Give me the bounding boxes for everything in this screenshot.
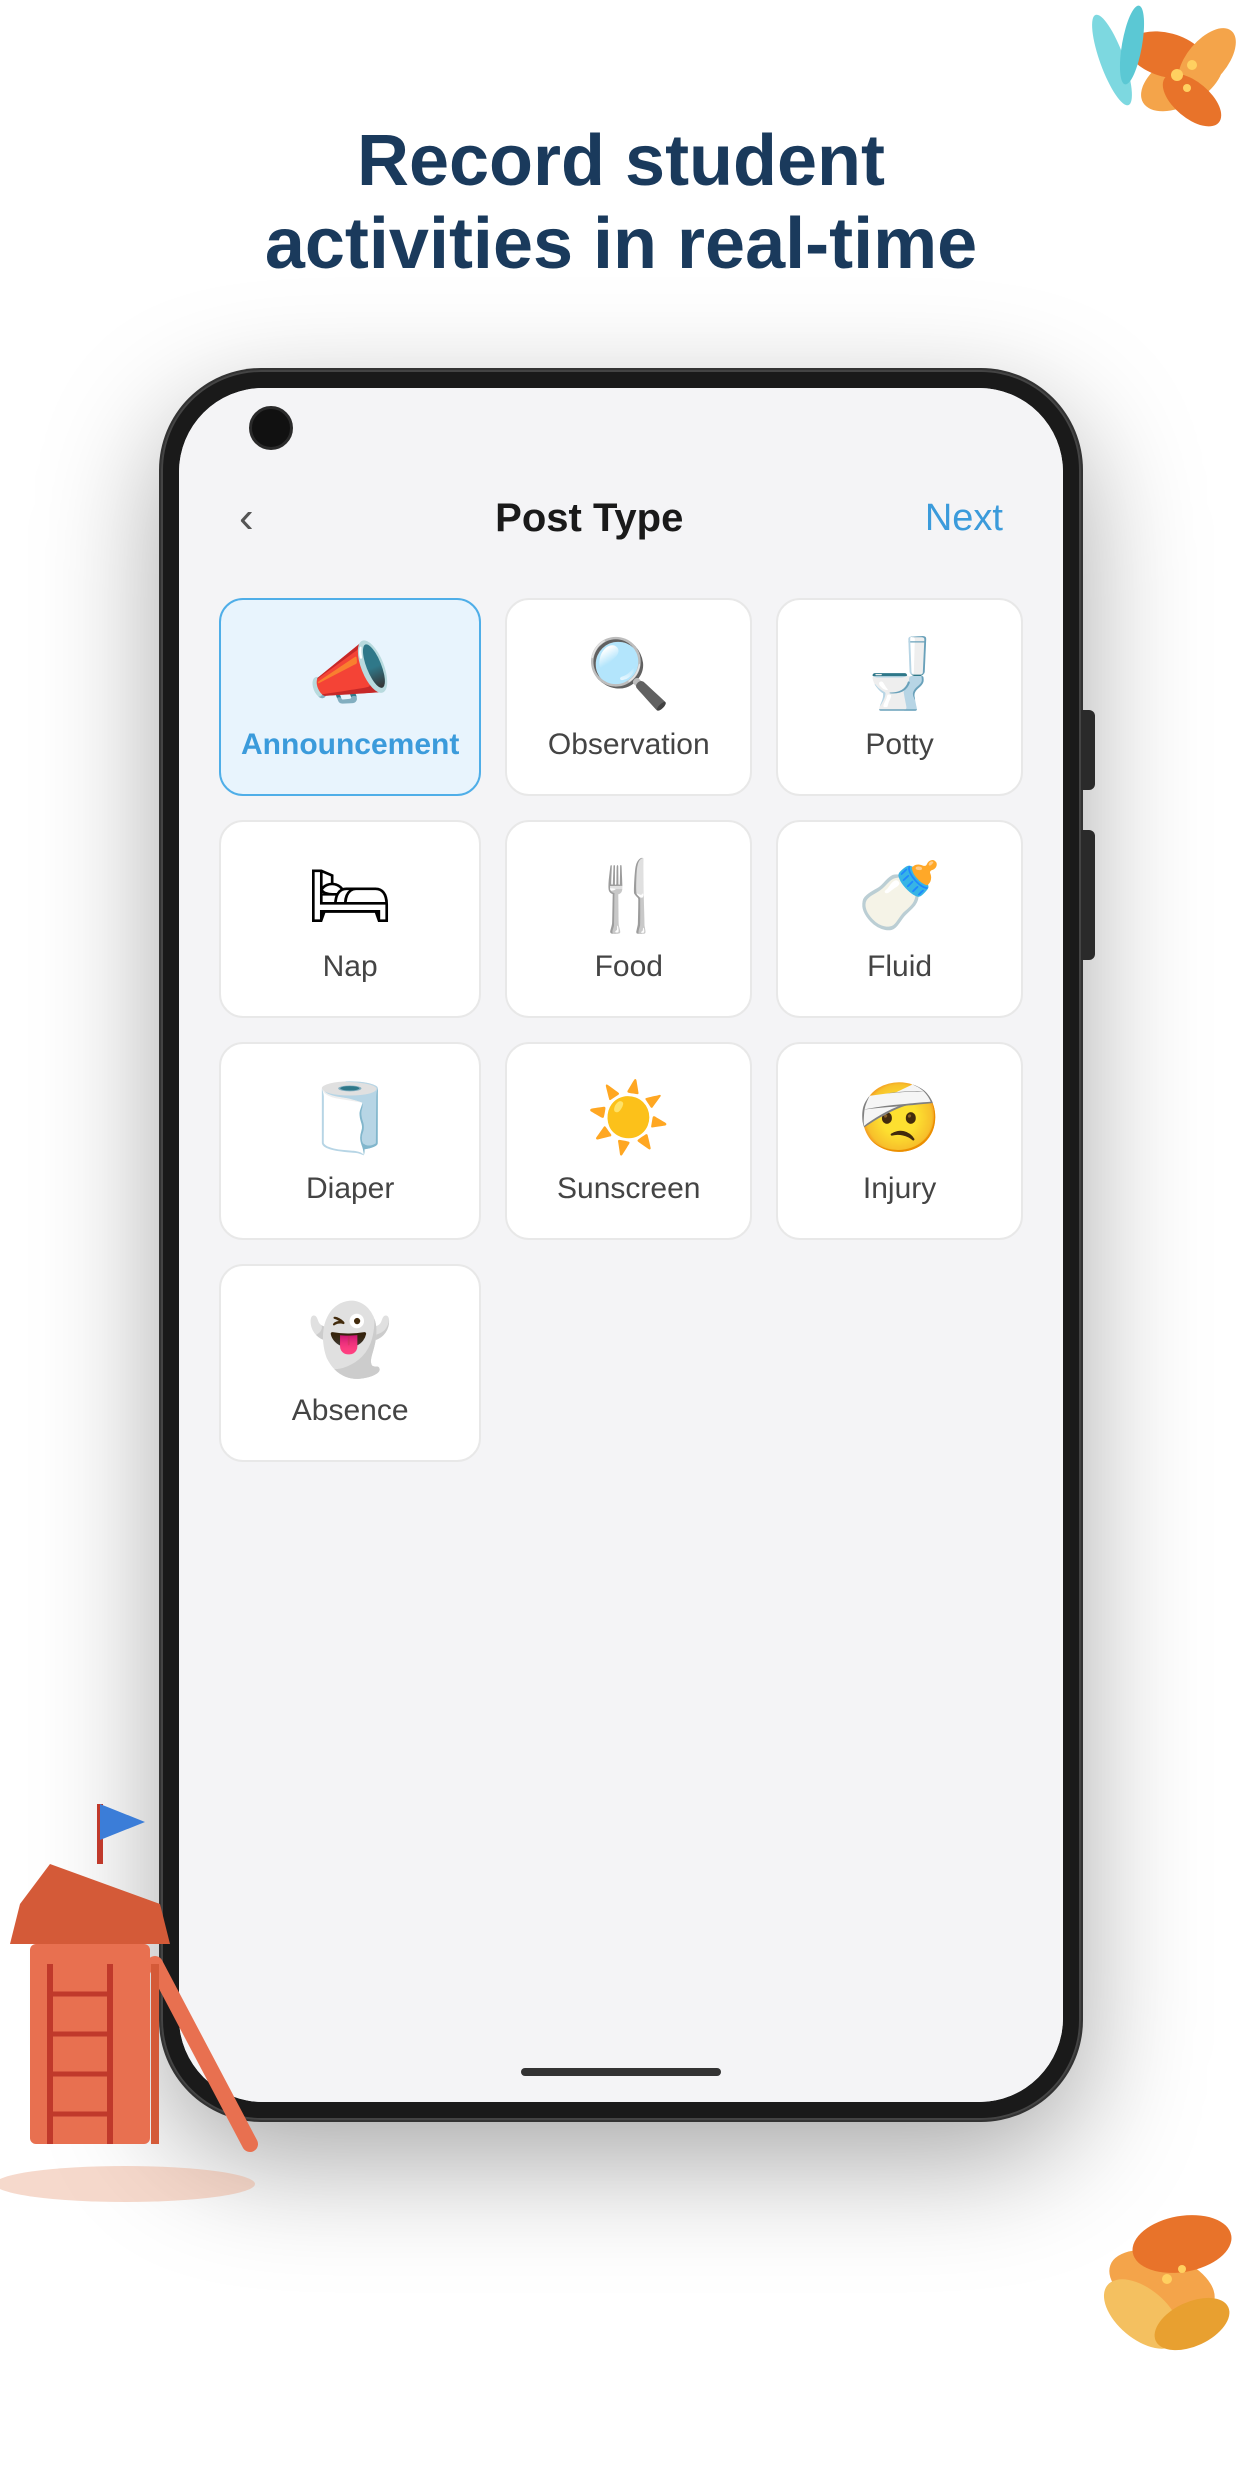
- page-title: Record student activities in real-time: [0, 120, 1242, 286]
- nap-icon: 🛏: [307, 862, 393, 930]
- post-type-potty[interactable]: 🚽 Potty: [776, 598, 1023, 796]
- fluid-label: Fluid: [867, 950, 932, 984]
- observation-icon: 🔍: [586, 640, 671, 708]
- phone-screen: ‹ Post Type Next 📣 Announcement 🔍 Observati…: [179, 388, 1063, 2102]
- phone-shell: ‹ Post Type Next 📣 Announcement 🔍 Observati…: [161, 370, 1081, 2120]
- post-type-absence[interactable]: 👻 Absence: [219, 1264, 481, 1462]
- nav-bar: ‹ Post Type Next: [179, 468, 1063, 568]
- nap-label: Nap: [323, 950, 378, 984]
- deco-bottom-right: [1022, 2084, 1242, 2384]
- injury-icon: 🤕: [857, 1084, 942, 1152]
- post-type-injury[interactable]: 🤕 Injury: [776, 1042, 1023, 1240]
- camera-hole: [249, 406, 293, 450]
- post-type-announcement[interactable]: 📣 Announcement: [219, 598, 481, 796]
- fluid-icon: 🍼: [857, 862, 942, 930]
- potty-icon: 🚽: [857, 640, 942, 708]
- post-type-food[interactable]: 🍴 Food: [505, 820, 752, 1018]
- food-icon: 🍴: [586, 862, 671, 930]
- deco-playground: [0, 1764, 280, 2284]
- post-type-nap[interactable]: 🛏 Nap: [219, 820, 481, 1018]
- back-button[interactable]: ‹: [239, 493, 254, 543]
- post-type-observation[interactable]: 🔍 Observation: [505, 598, 752, 796]
- post-type-grid: 📣 Announcement 🔍 Observation 🚽 Potty 🛏 Nap 🍴 Food…: [219, 598, 1023, 1462]
- announcement-icon: 📣: [308, 640, 393, 708]
- post-type-sunscreen[interactable]: ☀️ Sunscreen: [505, 1042, 752, 1240]
- home-indicator: [179, 2042, 1063, 2102]
- screen-top-bar: [179, 388, 1063, 468]
- phone-device: ‹ Post Type Next 📣 Announcement 🔍 Observati…: [161, 370, 1081, 2120]
- next-button[interactable]: Next: [925, 497, 1003, 540]
- potty-label: Potty: [865, 728, 933, 762]
- injury-label: Injury: [863, 1172, 936, 1206]
- diaper-label: Diaper: [306, 1172, 394, 1206]
- post-type-fluid[interactable]: 🍼 Fluid: [776, 820, 1023, 1018]
- sunscreen-label: Sunscreen: [557, 1172, 700, 1206]
- screen-title: Post Type: [495, 496, 683, 541]
- announcement-label: Announcement: [241, 728, 459, 762]
- post-type-diaper[interactable]: 🧻 Diaper: [219, 1042, 481, 1240]
- absence-icon: 👻: [308, 1306, 393, 1374]
- food-label: Food: [595, 950, 663, 984]
- screen-content: 📣 Announcement 🔍 Observation 🚽 Potty 🛏 Nap 🍴 Food…: [179, 568, 1063, 2042]
- observation-label: Observation: [548, 728, 710, 762]
- home-bar: [521, 2068, 721, 2076]
- sunscreen-icon: ☀️: [586, 1084, 671, 1152]
- absence-label: Absence: [292, 1394, 409, 1428]
- diaper-icon: 🧻: [308, 1084, 393, 1152]
